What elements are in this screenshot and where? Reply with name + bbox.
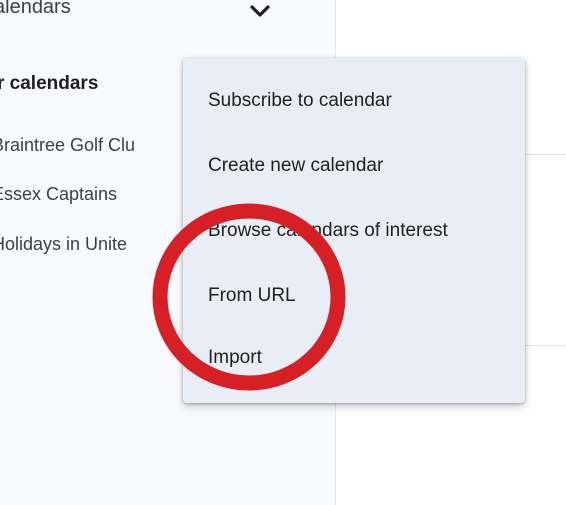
calendar-app-view: alendars r calendars Braintree Golf Clu … [0, 0, 566, 505]
my-calendars-heading[interactable]: r calendars [0, 73, 98, 95]
add-calendar-menu: Subscribe to calendar Create new calenda… [183, 58, 525, 403]
menu-item-label: From URL [208, 285, 296, 306]
calendar-item[interactable]: Essex Captains [0, 184, 117, 205]
section-header: alendars [0, 0, 71, 18]
menu-item-label: Subscribe to calendar [208, 90, 392, 111]
calendar-item[interactable]: Braintree Golf Clu [0, 135, 135, 156]
menu-item-subscribe[interactable]: Subscribe to calendar [183, 78, 525, 128]
menu-item-import[interactable]: Import [183, 335, 525, 385]
menu-item-label: Create new calendar [208, 155, 384, 176]
menu-item-label: Import [208, 347, 262, 368]
menu-item-label: Browse calendars of interest [208, 220, 448, 241]
menu-item-from-url[interactable]: From URL [183, 273, 525, 323]
calendar-item[interactable]: Holidays in Unite [0, 234, 127, 255]
chevron-down-icon[interactable] [248, 4, 272, 20]
menu-item-create-new[interactable]: Create new calendar [183, 143, 525, 193]
menu-item-browse[interactable]: Browse calendars of interest [183, 208, 525, 258]
